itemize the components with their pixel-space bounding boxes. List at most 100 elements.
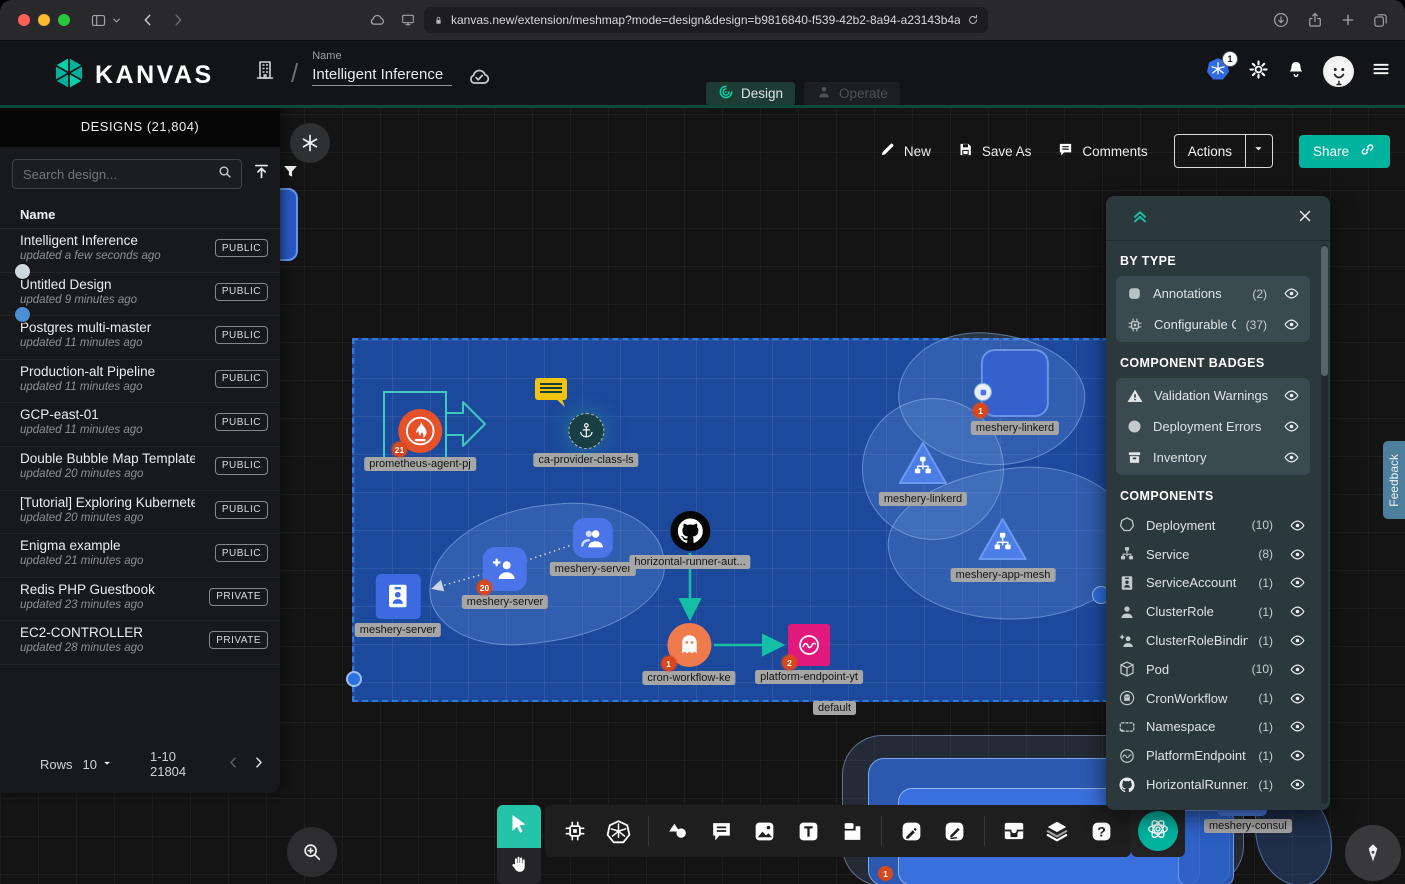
actions-dropdown-button[interactable] — [1245, 135, 1272, 167]
zoom-button[interactable] — [287, 827, 337, 877]
toggle-visibility-eye-icon[interactable] — [1289, 574, 1306, 591]
design-list-item[interactable]: Intelligent Inference updated a few seco… — [0, 229, 280, 273]
toggle-visibility-eye-icon[interactable] — [1283, 449, 1300, 466]
rows-per-page-select[interactable]: 10 — [83, 756, 114, 773]
page-settings-icon[interactable] — [400, 12, 416, 28]
settings-gear-icon[interactable] — [1248, 59, 1269, 85]
panel-item-clusterrole[interactable]: ClusterRole (1) — [1106, 597, 1320, 626]
tool-pen-tool[interactable] — [891, 810, 931, 852]
panel-item-horizontalrunnerautoscaler[interactable]: HorizontalRunnerAutoscaler (1) — [1106, 770, 1320, 799]
canvas-node-meshery-linkerd[interactable]: meshery-linkerd — [879, 440, 967, 506]
sidebar-toggle-icon[interactable] — [90, 12, 107, 29]
collapse-panel-icon[interactable] — [1130, 206, 1150, 231]
tab-operate[interactable]: Operate — [804, 82, 900, 105]
tool-cursor-active[interactable] — [497, 805, 541, 848]
design-search-box[interactable] — [12, 159, 242, 189]
design-list-item[interactable]: Postgres multi-master updated 11 minutes… — [0, 316, 280, 360]
tool-text[interactable] — [789, 810, 829, 852]
design-list-item[interactable]: Production-alt Pipeline updated 11 minut… — [0, 360, 280, 404]
filter-icon[interactable] — [281, 162, 300, 186]
toggle-visibility-eye-icon[interactable] — [1283, 418, 1300, 435]
panel-item-inventory[interactable]: Inventory — [1116, 442, 1310, 473]
new-tab-icon[interactable] — [1340, 12, 1356, 28]
tool-component[interactable] — [555, 810, 595, 852]
panel-item-configurable-components[interactable]: Configurable Components (37) — [1116, 309, 1310, 340]
canvas-node-ca-provider-class[interactable]: ca-provider-class-ls — [533, 413, 638, 467]
canvas-node-horizontal-runner[interactable]: horizontal-runner-aut... — [629, 511, 750, 569]
design-list-item[interactable]: Untitled Design updated 9 minutes ago PU… — [0, 273, 280, 317]
tab-design[interactable]: Design — [706, 82, 795, 105]
panel-item-pod[interactable]: Pod (10) — [1106, 655, 1320, 684]
tool-shapes[interactable] — [657, 810, 697, 852]
toggle-visibility-eye-icon[interactable] — [1289, 776, 1306, 793]
kanvas-logo[interactable]: KANVAS — [52, 56, 214, 95]
menu-hamburger-icon[interactable] — [1371, 59, 1391, 84]
actions-button[interactable]: Actions — [1175, 135, 1245, 167]
tool-drawer[interactable] — [994, 810, 1034, 852]
toggle-visibility-eye-icon[interactable] — [1289, 603, 1306, 620]
canvas-node-meshery-app-mesh[interactable]: meshery-app-mesh — [951, 516, 1056, 582]
panel-scrollbar[interactable] — [1321, 244, 1328, 804]
maximize-window-button[interactable] — [58, 14, 70, 26]
tool-note[interactable] — [833, 810, 873, 852]
back-button[interactable] — [140, 12, 156, 28]
design-list-item[interactable]: Redis PHP Guestbook updated 23 minutes a… — [0, 578, 280, 622]
next-page-button[interactable] — [251, 755, 266, 773]
tool-layers[interactable] — [1038, 810, 1078, 852]
design-list-item[interactable]: GCP-east-01 updated 11 minutes ago PUBLI… — [0, 403, 280, 447]
design-list-item[interactable]: Double Bubble Map Template-copy updated … — [0, 447, 280, 491]
comments-button[interactable]: Comments — [1057, 141, 1147, 161]
panel-item-cronworkflow[interactable]: CronWorkflow (1) — [1106, 684, 1320, 713]
tool-comment[interactable] — [701, 810, 741, 852]
tool-meshery[interactable] — [1131, 805, 1185, 857]
forward-button[interactable] — [170, 12, 186, 28]
design-search-input[interactable] — [21, 166, 211, 183]
toggle-visibility-eye-icon[interactable] — [1289, 690, 1306, 707]
pen-mode-button[interactable] — [1345, 825, 1401, 881]
tab-overview-icon[interactable] — [1372, 12, 1389, 29]
panel-item-service[interactable]: Service (8) — [1106, 540, 1320, 569]
icloud-icon[interactable] — [368, 11, 386, 29]
panel-item-deployment[interactable]: Deployment (10) — [1106, 511, 1320, 540]
url-bar[interactable]: kanvas.new/extension/meshmap?mode=design… — [424, 7, 988, 33]
canvas-node-meshery-linkerd-ns[interactable]: 1 meshery-linkerd — [971, 349, 1059, 435]
panel-item-namespace[interactable]: Namespace (1) — [1106, 713, 1320, 742]
canvas-node-meshery-server-cr[interactable]: meshery-server — [550, 518, 636, 576]
share-page-icon[interactable] — [1306, 11, 1324, 29]
save-as-button[interactable]: Save As — [957, 141, 1032, 161]
column-header-name[interactable]: Name — [0, 197, 280, 229]
panel-item-serviceaccount[interactable]: ServiceAccount (1) — [1106, 569, 1320, 598]
new-button[interactable]: New — [879, 141, 931, 161]
selection-handle[interactable] — [346, 671, 362, 687]
canvas-node-meshery-server-crb[interactable]: 20 meshery-server — [462, 547, 548, 609]
toggle-visibility-eye-icon[interactable] — [1289, 718, 1306, 735]
canvas-node-cron-workflow[interactable]: 1 cron-workflow-ke — [642, 623, 735, 685]
workspace-icon[interactable] — [253, 58, 277, 87]
toggle-visibility-eye-icon[interactable] — [1289, 546, 1306, 563]
comment-annotation-shape[interactable] — [534, 377, 570, 409]
chevron-down-icon[interactable] — [111, 15, 122, 26]
canvas-node-prometheus-agent[interactable]: 21 prometheus-agent-pj — [364, 409, 476, 471]
toggle-visibility-eye-icon[interactable] — [1289, 747, 1306, 764]
previous-page-button[interactable] — [226, 755, 241, 773]
toggle-visibility-eye-icon[interactable] — [1283, 387, 1300, 404]
panel-item-validation-warnings[interactable]: Validation Warnings — [1116, 380, 1310, 411]
share-button[interactable]: Share — [1299, 135, 1390, 168]
design-name-input[interactable] — [312, 64, 452, 86]
panel-item-deployment-errors[interactable]: Deployment Errors — [1116, 411, 1310, 442]
notifications-bell-icon[interactable] — [1286, 59, 1306, 84]
canvas-node-platform-endpoint[interactable]: 2 platform-endpoint-yt — [755, 624, 863, 684]
tool-pencil[interactable] — [935, 810, 975, 852]
kubernetes-context-button[interactable]: 1 — [1205, 56, 1231, 87]
toggle-visibility-eye-icon[interactable] — [1283, 285, 1300, 302]
tool-hand[interactable] — [497, 848, 541, 884]
close-window-button[interactable] — [18, 14, 30, 26]
design-list-item[interactable]: EC2-CONTROLLER updated 28 minutes ago PR… — [0, 621, 280, 665]
refresh-icon[interactable] — [966, 13, 980, 27]
downloads-icon[interactable] — [1272, 11, 1290, 29]
tool-kubernetes[interactable] — [599, 810, 639, 852]
tool-image[interactable] — [745, 810, 785, 852]
toggle-visibility-eye-icon[interactable] — [1289, 517, 1306, 534]
panel-scrollbar-thumb[interactable] — [1321, 246, 1328, 376]
design-list-item[interactable]: Enigma example updated 21 minutes ago PU… — [0, 534, 280, 578]
